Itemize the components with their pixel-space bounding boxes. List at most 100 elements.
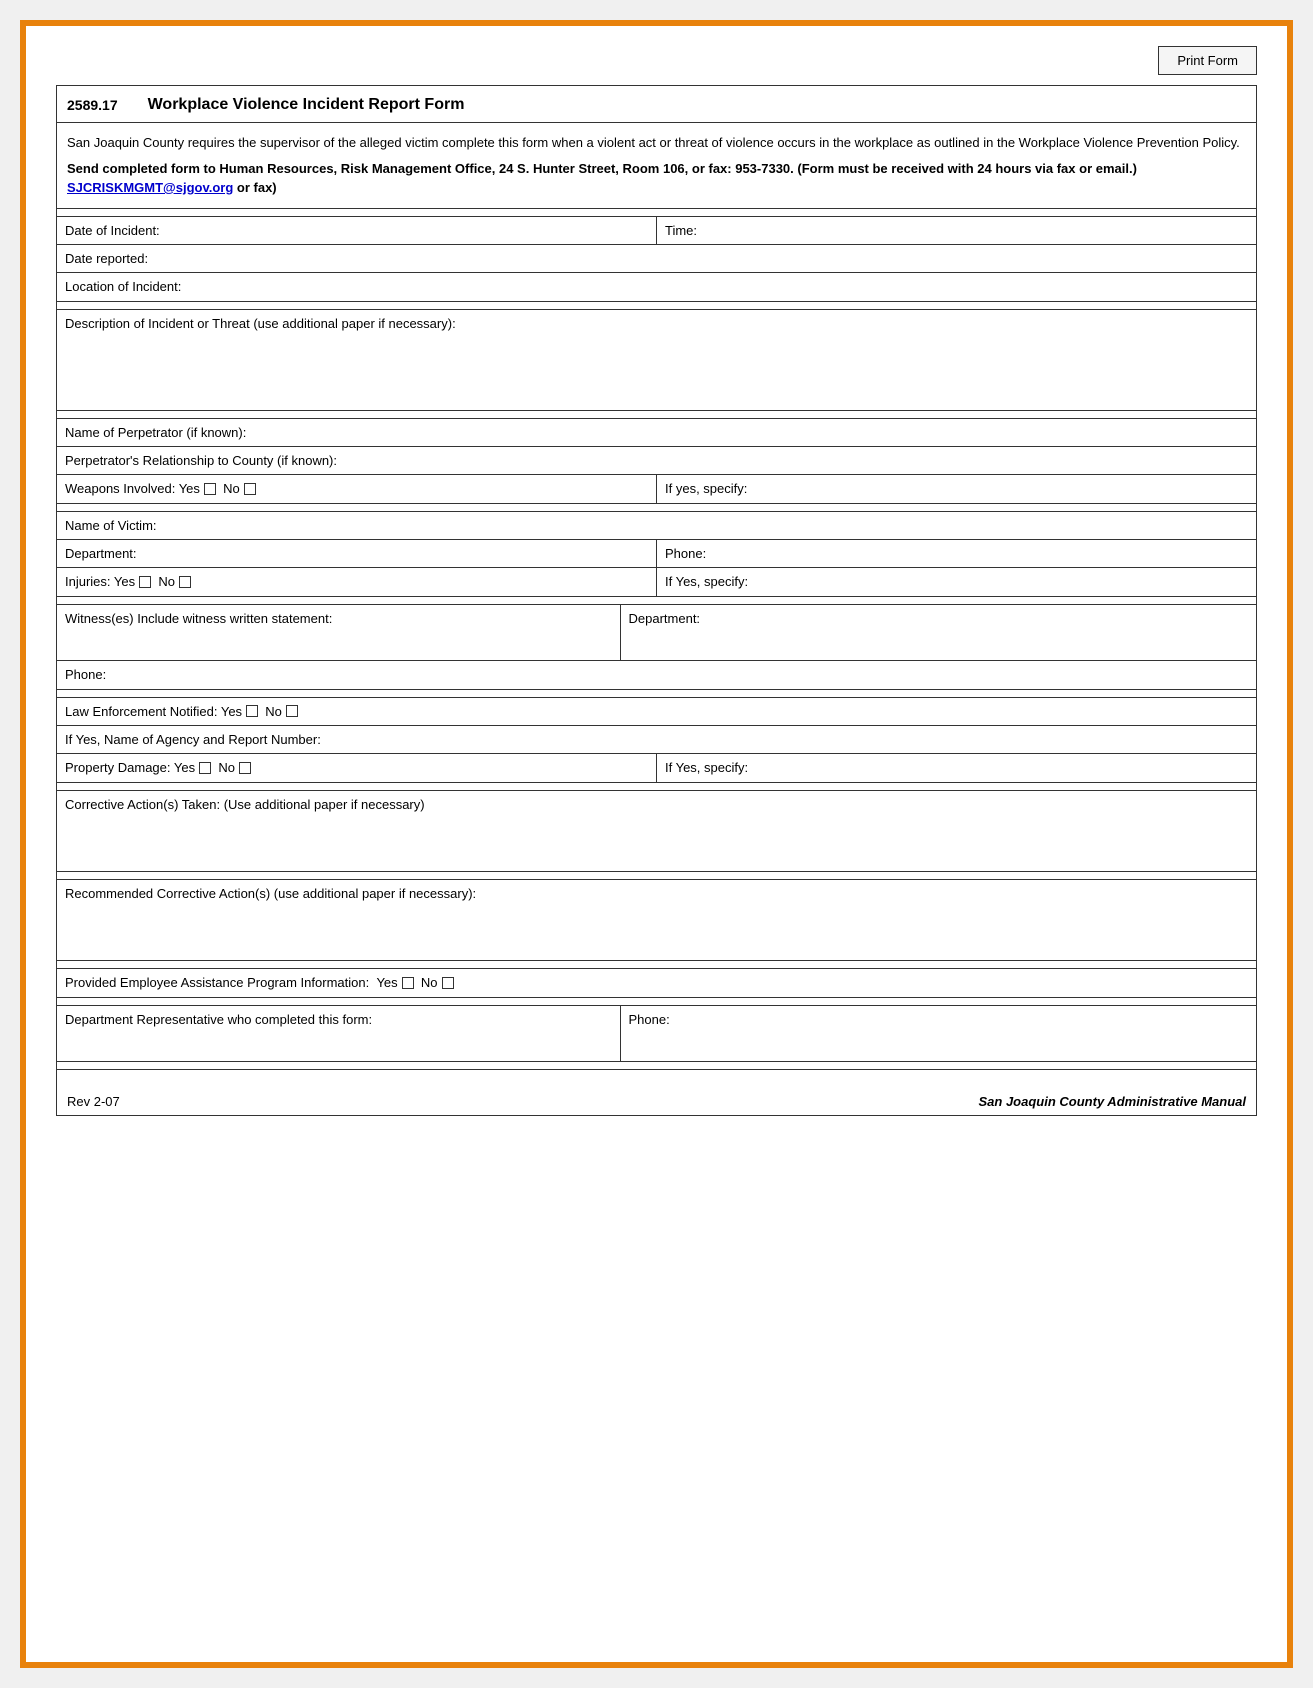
spacer-2 <box>57 302 1256 310</box>
agency-report-cell: If Yes, Name of Agency and Report Number… <box>57 726 1256 753</box>
form-container: 2589.17 Workplace Violence Incident Repo… <box>56 85 1257 1116</box>
spacer-10 <box>57 998 1256 1006</box>
law-enforcement-row: Law Enforcement Notified: Yes No <box>57 698 1256 726</box>
dept-rep-section: Department Representative who completed … <box>57 1006 1256 1062</box>
spacer-1 <box>57 209 1256 217</box>
perpetrator-name-label: Name of Perpetrator (if known): <box>65 425 246 440</box>
law-enforcement-no-label: No <box>265 704 282 719</box>
intro-section: San Joaquin County requires the supervis… <box>57 123 1256 209</box>
spacer-6 <box>57 690 1256 698</box>
date-of-incident-cell: Date of Incident: <box>57 217 657 244</box>
victim-phone-cell: Phone: <box>657 540 1256 567</box>
victim-dept-row: Department: Phone: <box>57 540 1256 568</box>
injuries-label: Injuries: Yes <box>65 574 135 589</box>
spacer-7 <box>57 783 1256 791</box>
print-button[interactable]: Print Form <box>1158 46 1257 75</box>
footer-row: Rev 2-07 San Joaquin County Administrati… <box>57 1080 1256 1115</box>
victim-dept-label: Department: <box>65 546 137 561</box>
property-damage-yes-checkbox[interactable] <box>199 762 211 774</box>
spacer-8 <box>57 872 1256 880</box>
recommended-cell: Recommended Corrective Action(s) (use ad… <box>57 880 1256 960</box>
witness-section: Witness(es) Include witness written stat… <box>57 605 1256 690</box>
dept-rep-label: Department Representative who completed … <box>65 1012 372 1027</box>
witness-phone-label: Phone: <box>65 667 106 682</box>
witness-cell-left: Witness(es) Include witness written stat… <box>57 605 621 660</box>
witness-dept-label: Department: <box>629 611 701 626</box>
intro-email-label: SJCRISKMGMT@sjgov.org or fax) <box>67 180 277 195</box>
injuries-specify-cell: If Yes, specify: <box>657 568 1256 596</box>
property-specify-cell: If Yes, specify: <box>657 754 1256 782</box>
property-damage-no-checkbox[interactable] <box>239 762 251 774</box>
weapons-cell-left: Weapons Involved: Yes No <box>57 475 657 503</box>
spacer-11 <box>57 1062 1256 1070</box>
intro-text1: San Joaquin County requires the supervis… <box>67 133 1246 153</box>
location-cell: Location of Incident: <box>57 273 1256 301</box>
witness-phone-row: Phone: <box>57 661 1256 689</box>
witness-label: Witness(es) Include witness written stat… <box>65 611 332 626</box>
employee-assistance-row: Provided Employee Assistance Program Inf… <box>57 969 1256 997</box>
perpetrator-name-cell: Name of Perpetrator (if known): <box>57 419 1256 446</box>
recommended-label: Recommended Corrective Action(s) (use ad… <box>65 886 476 901</box>
page-wrapper: Print Form 2589.17 Workplace Violence In… <box>20 20 1293 1668</box>
date-reported-label: Date reported: <box>65 251 148 266</box>
intro-text3: or fax) <box>237 180 277 195</box>
form-title: Workplace Violence Incident Report Form <box>148 96 465 114</box>
property-damage-label: Property Damage: Yes <box>65 760 195 775</box>
weapons-label: Weapons Involved: Yes <box>65 481 200 496</box>
injuries-specify-label: If Yes, specify: <box>665 574 748 589</box>
description-section: Description of Incident or Threat (use a… <box>57 310 1256 411</box>
date-of-incident-label: Date of Incident: <box>65 223 160 238</box>
injuries-yes-checkbox[interactable] <box>139 576 151 588</box>
recommended-row: Recommended Corrective Action(s) (use ad… <box>57 880 1256 960</box>
property-damage-no-label: No <box>218 760 235 775</box>
law-enforcement-yes-checkbox[interactable] <box>246 705 258 717</box>
employee-assistance-section: Provided Employee Assistance Program Inf… <box>57 969 1256 998</box>
intro-text2: Send completed form to Human Resources, … <box>67 161 1137 176</box>
dept-rep-cell-left: Department Representative who completed … <box>57 1006 621 1061</box>
employee-assistance-yes-label: Yes <box>376 975 397 990</box>
spacer-3 <box>57 411 1256 419</box>
weapons-no-checkbox[interactable] <box>244 483 256 495</box>
corrective-action-section: Corrective Action(s) Taken: (Use additio… <box>57 791 1256 872</box>
spacer-5 <box>57 597 1256 605</box>
description-row: Description of Incident or Threat (use a… <box>57 310 1256 410</box>
date-reported-row: Date reported: <box>57 245 1256 273</box>
revision-label: Rev 2-07 <box>67 1094 120 1109</box>
law-enforcement-no-checkbox[interactable] <box>286 705 298 717</box>
form-title-row: 2589.17 Workplace Violence Incident Repo… <box>57 86 1256 123</box>
perpetrator-relationship-label: Perpetrator's Relationship to County (if… <box>65 453 337 468</box>
agency-report-row: If Yes, Name of Agency and Report Number… <box>57 726 1256 754</box>
spacer-9 <box>57 961 1256 969</box>
victim-section: Name of Victim: Department: Phone: Injur… <box>57 512 1256 597</box>
dept-rep-phone-label: Phone: <box>629 1012 670 1027</box>
law-enforcement-cell: Law Enforcement Notified: Yes No <box>57 698 1256 725</box>
witness-phone-cell: Phone: <box>57 661 1256 689</box>
witness-dept-cell: Department: <box>621 605 1256 660</box>
date-reported-cell: Date reported: <box>57 245 1256 272</box>
recommended-section: Recommended Corrective Action(s) (use ad… <box>57 880 1256 961</box>
weapons-specify-cell: If yes, specify: <box>657 475 1256 503</box>
spacer-4 <box>57 504 1256 512</box>
law-enforcement-section: Law Enforcement Notified: Yes No If Yes,… <box>57 698 1256 783</box>
employee-assistance-cell: Provided Employee Assistance Program Inf… <box>57 969 1256 997</box>
weapons-yes-checkbox[interactable] <box>204 483 216 495</box>
injuries-cell-left: Injuries: Yes No <box>57 568 657 596</box>
injuries-row: Injuries: Yes No If Yes, specify: <box>57 568 1256 596</box>
dept-rep-row: Department Representative who completed … <box>57 1006 1256 1061</box>
victim-name-cell: Name of Victim: <box>57 512 1256 539</box>
description-cell: Description of Incident or Threat (use a… <box>57 310 1256 335</box>
victim-phone-label: Phone: <box>665 546 706 561</box>
manual-label: San Joaquin County Administrative Manual <box>979 1094 1247 1109</box>
victim-dept-cell: Department: <box>57 540 657 567</box>
location-label: Location of Incident: <box>65 279 181 294</box>
intro-email-link[interactable]: SJCRISKMGMT@sjgov.org <box>67 180 233 195</box>
witness-row: Witness(es) Include witness written stat… <box>57 605 1256 661</box>
corrective-action-cell: Corrective Action(s) Taken: (Use additio… <box>57 791 1256 871</box>
employee-assistance-no-checkbox[interactable] <box>442 977 454 989</box>
dept-rep-phone-cell: Phone: <box>621 1006 1256 1061</box>
employee-assistance-label: Provided Employee Assistance Program Inf… <box>65 975 369 990</box>
print-button-area: Print Form <box>26 46 1287 75</box>
description-label: Description of Incident or Threat (use a… <box>65 316 456 331</box>
injuries-no-checkbox[interactable] <box>179 576 191 588</box>
employee-assistance-yes-checkbox[interactable] <box>402 977 414 989</box>
